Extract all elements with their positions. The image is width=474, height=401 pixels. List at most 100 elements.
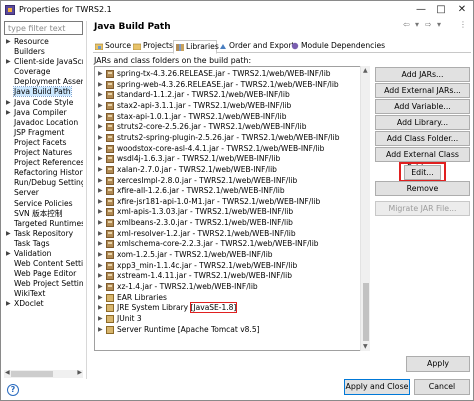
library-row[interactable]: ▶ xpp3_min-1.1.4c.jar - TWRS2.1/web/WEB-I… xyxy=(95,261,357,271)
filter-input[interactable] xyxy=(4,21,83,35)
minimize-icon[interactable]: — xyxy=(411,2,431,18)
library-row[interactable]: ▶ xmlschema-core-2.2.3.jar - TWRS2.1/web/… xyxy=(95,239,357,249)
library-row[interactable]: ▶ woodstox-core-asl-4.4.1.jar - TWRS2.1/w… xyxy=(95,144,357,154)
library-row[interactable]: ▶ stax2-api-3.1.1.jar - TWRS2.1/web/WEB-I… xyxy=(95,101,357,111)
expand-arrow-icon[interactable]: ▶ xyxy=(98,154,103,164)
migrate-jar-button[interactable]: Migrate JAR File... xyxy=(375,201,470,216)
expand-arrow-icon[interactable]: ▶ xyxy=(98,207,103,217)
library-row[interactable]: ▶ xml-resolver-1.2.jar - TWRS2.1/web/WEB-… xyxy=(95,229,357,239)
expand-arrow-icon[interactable]: ▶ xyxy=(6,249,11,259)
forward-menu-icon[interactable]: ▾ xyxy=(437,20,441,29)
expand-arrow-icon[interactable]: ▶ xyxy=(98,250,103,260)
library-row[interactable]: ▶ xml-apis-1.3.03.jar - TWRS2.1/web/WEB-I… xyxy=(95,207,357,217)
expand-arrow-icon[interactable]: ▶ xyxy=(98,112,103,122)
tree-item[interactable]: ▶ Client-side JavaScri xyxy=(4,57,83,67)
tree-item[interactable]: Refactoring History xyxy=(4,168,83,178)
view-menu-icon[interactable]: ⋮ xyxy=(459,20,467,29)
library-row[interactable]: ▶ standard-1.1.2.jar - TWRS2.1/web/WEB-IN… xyxy=(95,90,357,100)
tab-module-dependencies[interactable]: Module Dependencies xyxy=(289,40,385,53)
library-row[interactable]: ▶ spring-tx-4.3.26.RELEASE.jar - TWRS2.1/… xyxy=(95,69,357,79)
library-row[interactable]: ▶ struts2-core-2.5.26.jar - TWRS2.1/web/W… xyxy=(95,122,357,132)
tree-item[interactable]: Web Project Settin xyxy=(4,279,83,289)
tab-libraries[interactable]: Libraries xyxy=(173,40,219,54)
scroll-right-arrow-icon[interactable]: ▶ xyxy=(77,369,82,376)
tree-item[interactable]: Javadoc Location xyxy=(4,118,83,128)
expand-arrow-icon[interactable]: ▶ xyxy=(6,229,11,239)
expand-arrow-icon[interactable]: ▶ xyxy=(98,239,103,249)
scroll-down-arrow-icon[interactable]: ▼ xyxy=(363,343,368,350)
tree-item[interactable]: Coverage xyxy=(4,67,83,77)
library-row[interactable]: ▶ xfire-jsr181-api-1.0-M1.jar - TWRS2.1/w… xyxy=(95,197,357,207)
scroll-left-arrow-icon[interactable]: ◀ xyxy=(5,369,10,376)
tree-item[interactable]: Project Facets xyxy=(4,138,83,148)
library-row[interactable]: ▶ EAR Libraries xyxy=(95,293,357,303)
library-row[interactable]: ▶ xfire-all-1.2.6.jar - TWRS2.1/web/WEB-I… xyxy=(95,186,357,196)
back-arrow-icon[interactable]: ⇦ xyxy=(403,20,410,29)
library-row[interactable]: ▶ struts2-spring-plugin-2.5.26.jar - TWRS… xyxy=(95,133,357,143)
expand-arrow-icon[interactable]: ▶ xyxy=(98,261,103,271)
tab-order-and-export[interactable]: Order and Export xyxy=(217,40,295,53)
tree-item[interactable]: Project Natures xyxy=(4,148,83,158)
tree-item[interactable]: Builders xyxy=(4,47,83,57)
tree-item[interactable]: Java Build Path xyxy=(4,86,83,98)
help-icon[interactable]: ? xyxy=(7,384,19,396)
remove-button[interactable]: Remove xyxy=(375,181,470,196)
cancel-button[interactable]: Cancel xyxy=(414,379,470,395)
add-library-button[interactable]: Add Library... xyxy=(375,115,470,130)
library-row[interactable]: ▶ xstream-1.4.11.jar - TWRS2.1/web/WEB-IN… xyxy=(95,271,357,281)
library-row[interactable]: ▶ xercesImpl-2.8.0.jar - TWRS2.1/web/WEB-… xyxy=(95,176,357,186)
tree-item[interactable]: Deployment Assem xyxy=(4,77,83,87)
tree-item[interactable]: ▶ Resource xyxy=(4,37,83,47)
expand-arrow-icon[interactable]: ▶ xyxy=(6,57,11,67)
add-external-jars-button[interactable]: Add External JARs... xyxy=(375,83,470,98)
property-page-tree[interactable]: ▶ Resource Builders ▶ Client-side JavaScri Co… xyxy=(4,37,83,369)
maximize-icon[interactable]: □ xyxy=(431,2,451,18)
tree-item[interactable]: JSP Fragment xyxy=(4,128,83,138)
tree-item[interactable]: WikiText xyxy=(4,289,83,299)
panel-divider[interactable] xyxy=(86,21,87,379)
forward-arrow-icon[interactable]: ⇨ xyxy=(425,20,432,29)
library-row[interactable]: ▶ xom-1.2.5.jar - TWRS2.1/web/WEB-INF/lib xyxy=(95,250,357,260)
tree-item[interactable]: Task Tags xyxy=(4,239,83,249)
library-row[interactable]: ▶ stax-api-1.0.1.jar - TWRS2.1/web/WEB-IN… xyxy=(95,112,357,122)
tree-horizontal-scrollbar[interactable]: ◀ ▶ xyxy=(4,369,83,378)
tree-item[interactable]: Run/Debug Settings xyxy=(4,178,83,188)
back-menu-icon[interactable]: ▾ xyxy=(415,20,419,29)
expand-arrow-icon[interactable]: ▶ xyxy=(6,98,11,108)
tree-item[interactable]: SVN 版本控制 xyxy=(4,209,83,219)
expand-arrow-icon[interactable]: ▶ xyxy=(98,101,103,111)
add-variable-button[interactable]: Add Variable... xyxy=(375,99,470,114)
expand-arrow-icon[interactable]: ▶ xyxy=(98,69,103,79)
expand-arrow-icon[interactable]: ▶ xyxy=(98,197,103,207)
add-jars-button[interactable]: Add JARs... xyxy=(375,67,470,82)
tree-item[interactable]: Server xyxy=(4,188,83,198)
tree-item[interactable]: Service Policies xyxy=(4,199,83,209)
expand-arrow-icon[interactable]: ▶ xyxy=(98,218,103,228)
expand-arrow-icon[interactable]: ▶ xyxy=(98,271,103,281)
close-icon[interactable]: ✕ xyxy=(452,2,472,18)
expand-arrow-icon[interactable]: ▶ xyxy=(98,229,103,239)
tree-item[interactable]: ▶ Java Code Style xyxy=(4,98,83,108)
tree-item[interactable]: ▶ Validation xyxy=(4,249,83,259)
scroll-thumb[interactable] xyxy=(11,371,53,377)
expand-arrow-icon[interactable]: ▶ xyxy=(6,108,11,118)
library-row[interactable]: ▶ JUnit 3 xyxy=(95,314,357,324)
scroll-thumb[interactable] xyxy=(363,283,369,341)
expand-arrow-icon[interactable]: ▶ xyxy=(98,165,103,175)
library-row[interactable]: ▶ xmlbeans-2.3.0.jar - TWRS2.1/web/WEB-IN… xyxy=(95,218,357,228)
tree-item[interactable]: ▶ Java Compiler xyxy=(4,108,83,118)
tab-source[interactable]: Source xyxy=(93,40,131,53)
expand-arrow-icon[interactable]: ▶ xyxy=(98,282,103,292)
apply-button[interactable]: Apply xyxy=(406,356,470,372)
libraries-list[interactable]: ▶ spring-tx-4.3.26.RELEASE.jar - TWRS2.1/… xyxy=(94,66,370,351)
libraries-vertical-scrollbar[interactable]: ▲ ▼ xyxy=(360,66,370,351)
expand-arrow-icon[interactable]: ▶ xyxy=(98,325,103,335)
apply-and-close-button[interactable]: Apply and Close xyxy=(344,379,410,395)
tree-item[interactable]: ▶ Task Repository xyxy=(4,229,83,239)
tree-item[interactable]: Project References xyxy=(4,158,83,168)
add-external-class-folder-button[interactable]: Add External Class Folder... xyxy=(375,147,470,172)
library-row[interactable]: ▶ xz-1.4.jar - TWRS2.1/web/WEB-INF/lib xyxy=(95,282,357,292)
expand-arrow-icon[interactable]: ▶ xyxy=(98,176,103,186)
expand-arrow-icon[interactable]: ▶ xyxy=(98,133,103,143)
library-row[interactable]: ▶ JRE System Library [JavaSE-1.8] xyxy=(95,302,357,314)
